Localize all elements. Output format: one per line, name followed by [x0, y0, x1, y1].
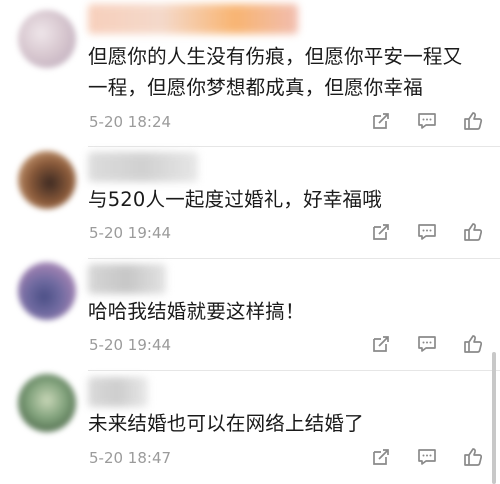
comment-icon[interactable] [416, 333, 438, 355]
divider [88, 370, 500, 371]
comment-time: 5-20 19:44 [89, 224, 172, 242]
thumbs-up-icon[interactable] [462, 221, 484, 243]
avatar[interactable] [18, 374, 76, 432]
username-blurred[interactable] [88, 377, 148, 407]
thumbs-up-icon[interactable] [462, 333, 484, 355]
divider [88, 258, 500, 259]
comment-actions [370, 110, 484, 132]
comment-time: 5-20 18:47 [89, 449, 172, 467]
comment-actions [370, 333, 484, 355]
comment-text: 但愿你的人生没有伤痕，但愿你平安一程又一程，但愿你梦想都成真，但愿你幸福 [88, 45, 463, 99]
comment-time: 5-20 18:24 [89, 113, 172, 131]
comment-time: 5-20 19:44 [89, 336, 172, 354]
comment-actions [370, 221, 484, 243]
comment-text: 哈哈我结婚就要这样搞！ [88, 300, 305, 323]
username-blurred[interactable] [88, 4, 298, 34]
scrollbar[interactable] [492, 352, 496, 484]
username-blurred[interactable] [88, 152, 198, 182]
share-icon[interactable] [370, 446, 392, 468]
comment-icon[interactable] [416, 446, 438, 468]
share-icon[interactable] [370, 221, 392, 243]
share-icon[interactable] [370, 110, 392, 132]
comment-icon[interactable] [416, 110, 438, 132]
divider [88, 146, 500, 147]
comment-actions [370, 446, 484, 468]
thumbs-up-icon[interactable] [462, 446, 484, 468]
share-icon[interactable] [370, 333, 392, 355]
comment-text: 与520人一起度过婚礼，好幸福哦 [88, 188, 382, 211]
comment-text: 未来结婚也可以在网络上结婚了 [88, 412, 364, 435]
thumbs-up-icon[interactable] [462, 110, 484, 132]
avatar[interactable] [18, 151, 76, 209]
avatar[interactable] [18, 262, 76, 320]
comment-icon[interactable] [416, 221, 438, 243]
username-blurred[interactable] [88, 264, 166, 294]
avatar[interactable] [18, 10, 76, 68]
